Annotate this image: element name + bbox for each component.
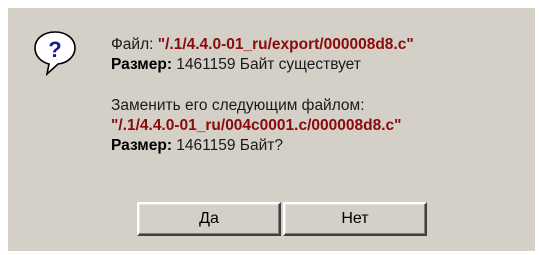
existing-size-value: 1461159 Байт существует [171, 56, 361, 73]
yes-button-label: Да [199, 210, 219, 227]
existing-size-label: Размер: [111, 56, 172, 73]
existing-file-line: Файл: "/.1/4.4.0-01_ru/export/000008d8.c… [111, 35, 414, 55]
new-size-line: Размер: 1461159 Байт? [111, 136, 414, 156]
message-text: Файл: "/.1/4.4.0-01_ru/export/000008d8.c… [111, 35, 414, 156]
new-file-path: "/.1/4.4.0-01_ru/004c0001.c/000008d8.c" [111, 117, 402, 134]
no-button-label: Нет [341, 210, 369, 227]
question-mark-glyph: ? [48, 37, 61, 62]
yes-button[interactable]: Да [137, 202, 281, 236]
question-icon: ? [34, 31, 76, 76]
replace-prompt: Заменить его следующим файлом: [111, 97, 365, 114]
existing-file-path: "/.1/4.4.0-01_ru/export/000008d8.c" [157, 36, 414, 53]
no-button[interactable]: Нет [283, 202, 427, 236]
new-size-value: 1461159 Байт? [171, 137, 283, 154]
file-label: Файл: [111, 36, 158, 53]
existing-size-line: Размер: 1461159 Байт существует [111, 55, 414, 75]
file-replace-dialog: ? Файл: "/.1/4.4.0-01_ru/export/000008d8… [8, 8, 535, 251]
new-size-label: Размер: [111, 137, 172, 154]
